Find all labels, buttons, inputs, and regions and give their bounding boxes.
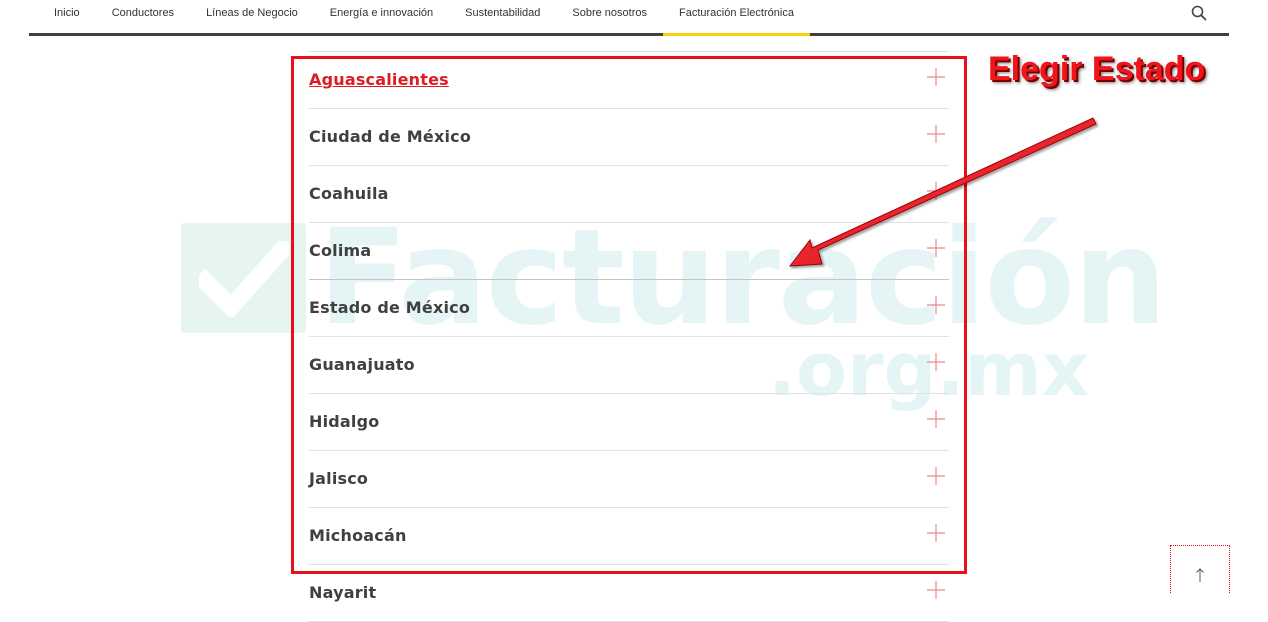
nav-item-conductores[interactable]: Conductores <box>96 0 190 33</box>
check-icon <box>199 241 289 317</box>
watermark-check-box <box>181 223 306 333</box>
nav-item-sustentabilidad[interactable]: Sustentabilidad <box>449 0 556 33</box>
nav-item-lineas-de-negocio[interactable]: Líneas de Negocio <box>190 0 314 33</box>
back-to-top-button[interactable] <box>1170 545 1230 593</box>
main-navigation: Inicio Conductores Líneas de Negocio Ene… <box>29 0 1229 36</box>
nav-items: Inicio Conductores Líneas de Negocio Ene… <box>29 0 810 36</box>
nav-item-facturacion-electronica[interactable]: Facturación Electrónica <box>663 0 810 36</box>
search-icon[interactable] <box>1191 5 1207 21</box>
nav-item-sobre-nosotros[interactable]: Sobre nosotros <box>556 0 663 33</box>
nav-item-energia-e-innovacion[interactable]: Energía e innovación <box>314 0 449 33</box>
annotation-label: Elegir Estado <box>988 50 1206 88</box>
nav-item-inicio[interactable]: Inicio <box>29 0 96 33</box>
annotation-highlight-box <box>291 56 967 574</box>
arrow-up-icon <box>1196 568 1204 582</box>
plus-icon[interactable] <box>927 581 945 599</box>
